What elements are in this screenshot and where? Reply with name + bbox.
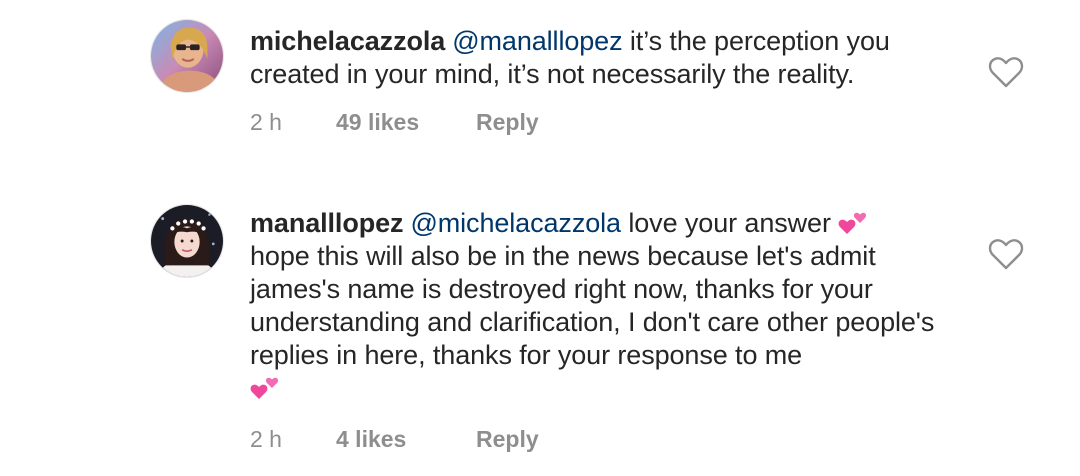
like-button[interactable] — [988, 238, 1024, 270]
comment-meta: 2 h 49 likes Reply — [250, 109, 539, 136]
comment-username[interactable]: michelacazzola — [250, 26, 445, 56]
comment-body-line1: love your answer — [628, 208, 831, 238]
avatar[interactable] — [150, 204, 224, 278]
avatar[interactable] — [150, 19, 224, 93]
comment-timestamp: 2 h — [250, 109, 282, 135]
comment-body-rest: hope this will also be in the news becau… — [250, 241, 935, 370]
profile-photo-icon — [151, 20, 223, 92]
comment-michelacazzola: michelacazzola @manalllopez it’s the perc… — [0, 0, 1080, 170]
comment-likes-count[interactable]: 49 likes — [336, 109, 476, 136]
heart-outline-icon — [988, 239, 1024, 270]
two-hearts-emoji — [250, 374, 280, 400]
comment-mention[interactable]: @michelacazzola — [410, 208, 621, 238]
heart-outline-icon — [988, 57, 1024, 88]
comment-username[interactable]: manalllopez — [250, 208, 404, 238]
comment-meta: 2 h 4 likes Reply — [250, 426, 539, 453]
comment-mention[interactable]: @manalllopez — [452, 26, 622, 56]
comment-text: manalllopez @michelacazzola love your ans… — [250, 207, 950, 405]
profile-photo-icon — [151, 205, 223, 277]
comment-text: michelacazzola @manalllopez it’s the perc… — [250, 25, 950, 91]
two-hearts-emoji — [838, 209, 868, 235]
comment-timestamp: 2 h — [250, 426, 282, 452]
comment-manalllopez: manalllopez @michelacazzola love your ans… — [0, 170, 1080, 476]
like-button[interactable] — [988, 56, 1024, 88]
reply-button[interactable]: Reply — [476, 426, 539, 453]
reply-button[interactable]: Reply — [476, 109, 539, 136]
comment-likes-count[interactable]: 4 likes — [336, 426, 476, 453]
